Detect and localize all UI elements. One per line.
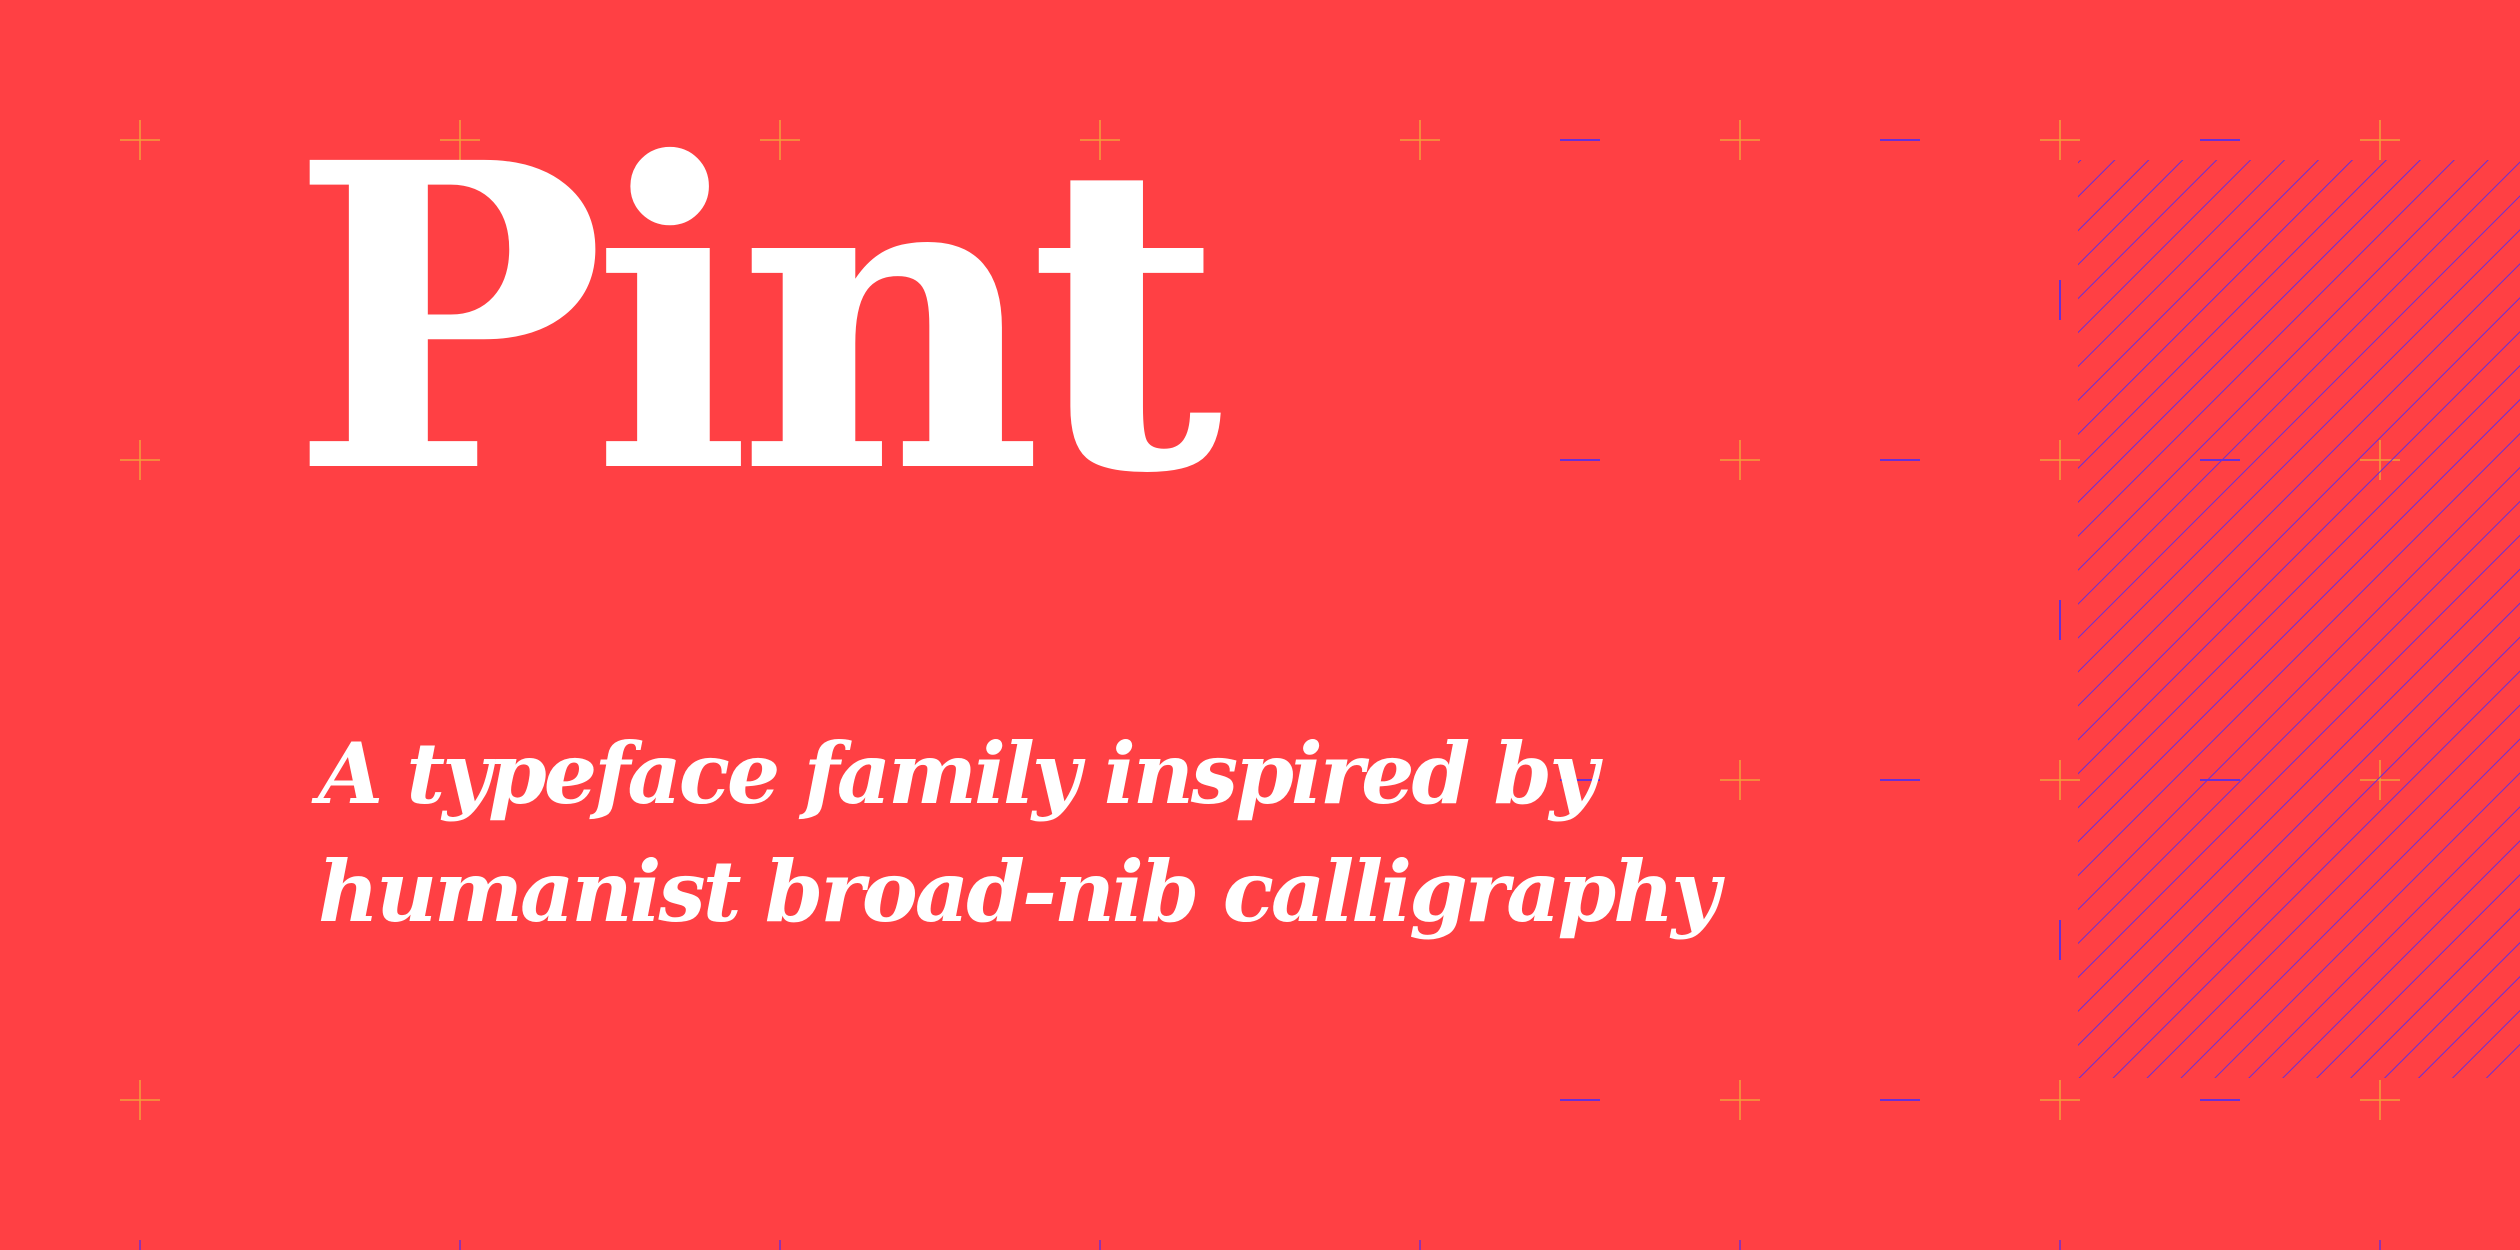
plus-mark-icon <box>120 120 160 160</box>
plus-mark-icon <box>1720 120 1760 160</box>
plus-mark-icon <box>2040 760 2080 800</box>
plus-mark-icon <box>1400 120 1440 160</box>
tagline-line-2: humanist broad-nib calligraphy <box>318 842 1720 941</box>
plus-mark-icon <box>2040 120 2080 160</box>
hero-banner: Pint A typeface family inspired by human… <box>0 0 2520 1250</box>
plus-mark-icon <box>2040 1080 2080 1120</box>
typeface-title: Pint <box>290 73 1223 566</box>
plus-mark-icon <box>120 440 160 480</box>
hatch-pattern-panel <box>2078 160 2520 1078</box>
plus-mark-icon <box>120 1080 160 1120</box>
plus-mark-icon <box>1720 760 1760 800</box>
plus-mark-icon <box>1720 1080 1760 1120</box>
plus-mark-icon <box>2360 120 2400 160</box>
plus-mark-icon <box>2360 1080 2400 1120</box>
plus-mark-icon <box>2040 440 2080 480</box>
tagline-line-1: A typeface family inspired by <box>318 724 1598 823</box>
typeface-tagline: A typeface family inspired by humanist b… <box>318 715 1720 951</box>
plus-mark-icon <box>1720 440 1760 480</box>
